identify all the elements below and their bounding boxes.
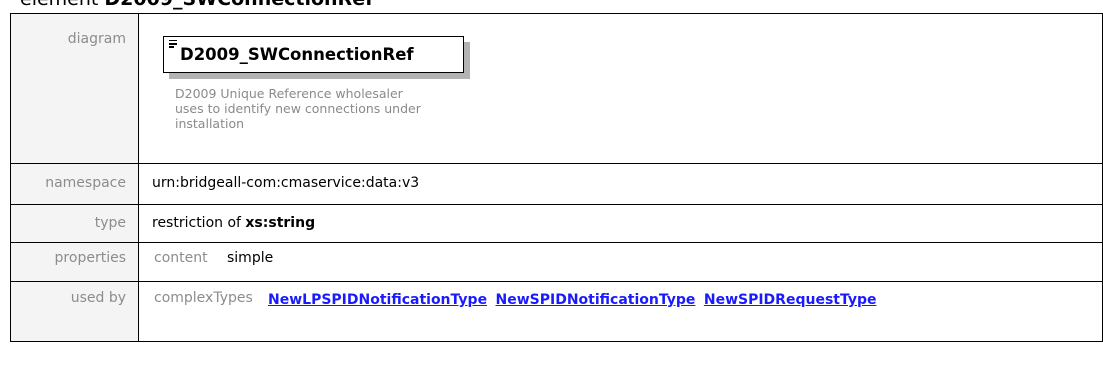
used-by-link[interactable]: NewSPIDRequestType	[704, 292, 877, 308]
property-key: content	[154, 250, 208, 266]
diagram-row: diagram D2009_SWConnectionRef D2009 Uniq…	[10, 13, 1103, 164]
diagram-area: D2009_SWConnectionRef D2009 Unique Refer…	[139, 14, 1102, 163]
used-by-value: complexTypes NewLPSPIDNotificationType N…	[138, 281, 1103, 342]
used-by-key: complexTypes	[154, 290, 253, 306]
heading-prefix: element	[20, 0, 104, 10]
used-by-row: used by complexTypes NewLPSPIDNotificati…	[10, 281, 1103, 342]
diagram-element-name: D2009_SWConnectionRef	[180, 45, 414, 64]
namespace-value: urn:bridgeall-com:cmaservice:data:v3	[138, 163, 1103, 205]
type-prefix: restriction of	[152, 215, 241, 231]
property-value: simple	[227, 250, 274, 266]
element-doc-icon	[169, 40, 177, 48]
used-by-label: used by	[10, 281, 139, 342]
used-by-links: NewLPSPIDNotificationType NewSPIDNotific…	[268, 290, 968, 311]
type-label: type	[10, 204, 139, 243]
heading-element-name: D2009_SWConnectionRef	[104, 0, 373, 10]
element-documentation-table: diagram D2009_SWConnectionRef D2009 Uniq…	[10, 13, 1103, 342]
type-value: restriction of xs:string	[138, 204, 1103, 243]
used-by-link[interactable]: NewLPSPIDNotificationType	[268, 292, 487, 308]
properties-value: content simple	[138, 242, 1103, 282]
properties-label: properties	[10, 242, 139, 282]
diagram-cell: D2009_SWConnectionRef D2009 Unique Refer…	[138, 13, 1103, 164]
diagram-documentation: D2009 Unique Reference wholesaler uses t…	[175, 86, 421, 131]
type-base: xs:string	[245, 215, 316, 231]
used-by-link[interactable]: NewSPIDNotificationType	[496, 292, 696, 308]
diagram-label: diagram	[10, 13, 139, 164]
page-heading: element D2009_SWConnectionRef	[20, 0, 373, 10]
namespace-label: namespace	[10, 163, 139, 205]
properties-row: properties content simple	[10, 242, 1103, 282]
element-box[interactable]: D2009_SWConnectionRef	[163, 36, 464, 73]
namespace-row: namespace urn:bridgeall-com:cmaservice:d…	[10, 163, 1103, 205]
type-row: type restriction of xs:string	[10, 204, 1103, 243]
